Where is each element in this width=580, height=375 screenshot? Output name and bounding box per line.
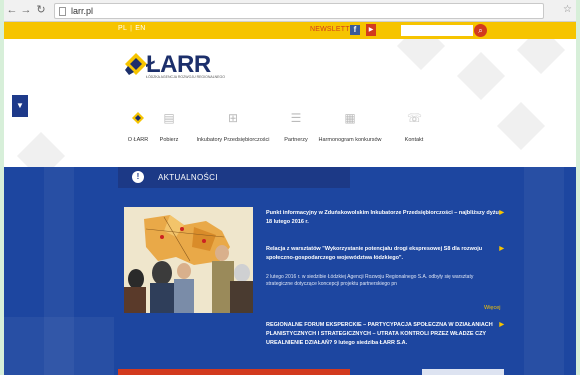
calendar-icon: ▦ — [344, 111, 356, 125]
news-item[interactable]: Punkt informacyjny w Zduńskowolskim Inku… — [266, 209, 504, 227]
background-pattern — [16, 131, 66, 167]
nav-item-inkubatory[interactable]: ⊞ Inkubatory Przedsiębiorczości — [193, 111, 273, 143]
news-photo[interactable] — [124, 207, 253, 313]
facebook-icon[interactable]: f — [350, 25, 360, 35]
news-item[interactable]: REGIONALNE FORUM EKSPERCKIE – PARTYCYPAC… — [266, 321, 504, 348]
chevron-right-icon: ▶ — [499, 246, 504, 252]
next-section-tab — [118, 369, 350, 375]
chevron-right-icon: ▶ — [499, 210, 504, 216]
browser-window: ← → ↻ larr.pl ☆ PL | EN NEWSLETTER f ▶ ⌕ ▼… — [0, 0, 580, 375]
address-text: larr.pl — [71, 6, 94, 16]
news-item-title: Relacja z warsztatów "Wykorzystanie pote… — [266, 246, 483, 261]
news-icon: ! — [132, 171, 144, 183]
menu-toggle-button[interactable]: ▼ — [12, 95, 28, 117]
news-item-title: Punkt informacyjny w Zduńskowolskim Inku… — [266, 210, 502, 225]
page-icon — [59, 7, 66, 16]
search-icon[interactable]: ⌕ — [474, 24, 487, 37]
forward-icon[interactable]: → — [20, 4, 32, 17]
news-item[interactable]: Relacja z warsztatów "Wykorzystanie pote… — [266, 245, 504, 263]
larr-logo-icon[interactable] — [125, 53, 147, 75]
lang-en-link[interactable]: EN — [135, 25, 145, 32]
news-section: ! AKTUALNOŚCI Punkt informacyjny w Zduńs… — [4, 167, 576, 375]
top-bar: PL | EN NEWSLETTER f ▶ ⌕ — [4, 22, 576, 39]
background-pattern — [496, 101, 546, 151]
more-link[interactable]: Więcej — [484, 305, 501, 311]
address-bar[interactable]: larr.pl — [54, 3, 544, 19]
back-icon[interactable]: ← — [6, 4, 18, 17]
news-excerpt: 2 lutego 2016 r. w siedzibie Łódzkiej Ag… — [266, 274, 474, 287]
nav-label: Harmonogram konkursów — [318, 137, 382, 143]
document-icon: ▤ — [163, 111, 175, 125]
nav-item-pobierz[interactable]: ▤ Pobierz — [139, 111, 199, 143]
news-tab[interactable]: ! AKTUALNOŚCI — [118, 167, 350, 188]
reload-icon[interactable]: ↻ — [35, 4, 47, 17]
lang-pl-link[interactable]: PL — [118, 25, 127, 32]
nav-label: Pobierz — [159, 137, 179, 143]
background-pattern — [396, 39, 446, 71]
youtube-icon[interactable]: ▶ — [366, 24, 376, 36]
incubator-icon: ⊞ — [227, 111, 239, 125]
nav-label: Kontakt — [404, 137, 424, 143]
news-title: AKTUALNOŚCI — [158, 173, 218, 182]
nav-item-harmonogram[interactable]: ▦ Harmonogram konkursów — [310, 111, 390, 143]
bookmark-star-icon[interactable]: ☆ — [563, 4, 572, 15]
background-pattern — [524, 167, 564, 375]
phone-icon: ☏ — [407, 111, 423, 125]
logo-subtitle: ŁÓDZKA AGENCJA ROZWOJU REGIONALNEGO — [146, 75, 225, 79]
nav-label: Inkubatory Przedsiębiorczości — [196, 137, 270, 143]
background-pattern — [456, 51, 506, 101]
nav-item-kontakt[interactable]: ☏ Kontakt — [384, 111, 444, 143]
background-pattern — [516, 39, 566, 75]
nav-label: Partnerzy — [284, 137, 308, 143]
background-pattern — [4, 317, 114, 375]
search-input[interactable] — [401, 25, 473, 36]
site-header: ▼ ŁARR ŁÓDZKA AGENCJA ROZWOJU REGIONALNE… — [4, 39, 576, 167]
people-icon: ☰ — [290, 111, 302, 125]
next-section-tab — [422, 369, 504, 375]
browser-toolbar: ← → ↻ larr.pl ☆ — [4, 0, 576, 22]
language-switcher: PL | EN — [118, 25, 146, 32]
chevron-right-icon: ▶ — [499, 322, 504, 328]
news-item-title: REGIONALNE FORUM EKSPERCKIE – PARTYCYPAC… — [266, 322, 493, 346]
